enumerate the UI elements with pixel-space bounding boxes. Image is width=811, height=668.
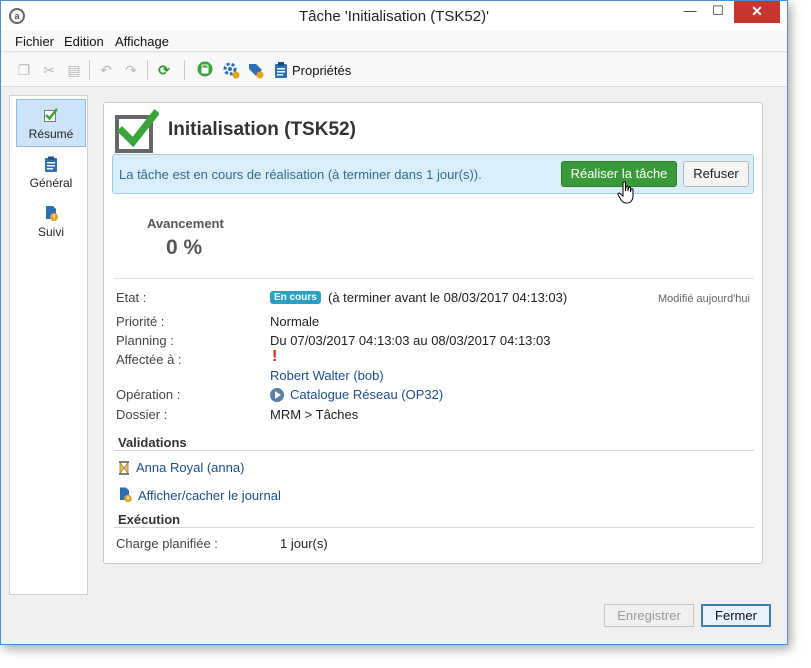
- assignee-link[interactable]: Robert Walter (bob): [270, 368, 384, 383]
- journal-icon: [120, 487, 132, 503]
- toolbar-separator: [147, 60, 148, 80]
- sidebar-item-label: Suivi: [37, 225, 64, 239]
- title-bar: a Tâche 'Initialisation (TSK52)' — ☐ ✕: [1, 1, 787, 31]
- charge-label: Charge planifiée :: [116, 536, 218, 551]
- maximize-button[interactable]: ☐: [704, 1, 732, 23]
- close-button-label: Fermer: [715, 608, 757, 623]
- window-title: Tâche 'Initialisation (TSK52)': [299, 8, 489, 25]
- redo-icon[interactable]: ↷: [122, 61, 140, 79]
- paste-icon[interactable]: ▤: [65, 61, 83, 79]
- checkbox-icon: [44, 108, 58, 122]
- info-message: La tâche est en cours de réalisation (à …: [119, 167, 482, 182]
- status-badge: En cours: [270, 291, 321, 304]
- calculator-icon[interactable]: [196, 61, 214, 79]
- minimize-button[interactable]: —: [676, 1, 704, 23]
- planning-value: Du 07/03/2017 04:13:03 au 08/03/2017 04:…: [270, 333, 551, 348]
- status-label: Etat :: [116, 290, 147, 305]
- operation-link[interactable]: Catalogue Réseau (OP32): [290, 387, 443, 402]
- play-icon: [270, 388, 284, 402]
- tag-icon[interactable]: [247, 61, 265, 79]
- divider: [114, 450, 754, 451]
- task-title: Initialisation (TSK52): [168, 119, 356, 140]
- folder-label: Dossier :: [116, 407, 168, 422]
- save-button-label: Enregistrer: [617, 608, 681, 623]
- toggle-journal-link[interactable]: Afficher/cacher le journal: [138, 488, 281, 503]
- progress-label: Avancement: [147, 216, 224, 231]
- toolbar: ❐ ✂ ▤ ↶ ↷ ⟳ Propriétés: [1, 53, 787, 87]
- menu-bar: Fichier Edition Affichage: [1, 31, 787, 52]
- undo-icon[interactable]: ↶: [97, 61, 115, 79]
- copy-icon[interactable]: ❐: [15, 61, 33, 79]
- charge-value: 1 jour(s): [280, 536, 328, 551]
- toolbar-separator: [184, 60, 185, 80]
- menu-affichage[interactable]: Affichage: [115, 34, 169, 49]
- sidebar: Résumé Général Suivi: [9, 95, 88, 595]
- hourglass-icon: [119, 461, 129, 475]
- priority-label: Priorité :: [116, 314, 165, 329]
- priority-value: Normale: [270, 314, 320, 329]
- modified-text: Modifié aujourd'hui: [658, 293, 750, 305]
- divider: [114, 527, 754, 528]
- assigned-label: Affectée à :: [116, 352, 182, 367]
- sidebar-item-resume[interactable]: Résumé: [16, 99, 86, 147]
- hand-cursor-icon: [617, 181, 634, 204]
- save-button[interactable]: Enregistrer: [604, 604, 694, 627]
- close-button[interactable]: Fermer: [701, 604, 771, 627]
- validations-title: Validations: [118, 435, 187, 450]
- validator-link[interactable]: Anna Royal (anna): [136, 460, 244, 475]
- tracking-icon: [46, 206, 58, 221]
- settings-gear-icon[interactable]: [222, 61, 240, 79]
- sidebar-item-label: Général: [29, 176, 73, 190]
- sidebar-item-label: Résumé: [28, 127, 74, 141]
- cut-icon[interactable]: ✂: [40, 61, 58, 79]
- clipboard-icon: [45, 156, 57, 172]
- close-window-button[interactable]: ✕: [734, 1, 780, 23]
- exclamation-icon: !: [272, 348, 278, 365]
- task-window: a Tâche 'Initialisation (TSK52)' — ☐ ✕ F…: [0, 0, 788, 645]
- execution-title: Exécution: [118, 512, 181, 527]
- properties-icon[interactable]: [272, 61, 290, 79]
- task-check-icon: [115, 109, 159, 153]
- summary-panel: Initialisation (TSK52) La tâche est en c…: [103, 102, 763, 564]
- sidebar-item-suivi[interactable]: Suivi: [16, 198, 86, 246]
- folder-value: MRM > Tâches: [270, 407, 359, 422]
- sidebar-item-general[interactable]: Général: [16, 149, 86, 197]
- properties-button[interactable]: Propriétés: [292, 63, 351, 78]
- planning-label: Planning :: [116, 333, 174, 348]
- divider: [114, 278, 754, 279]
- refuse-button[interactable]: Refuser: [683, 161, 749, 187]
- toolbar-separator: [89, 60, 90, 80]
- info-bar: La tâche est en cours de réalisation (à …: [112, 154, 754, 204]
- refresh-icon[interactable]: ⟳: [155, 61, 173, 79]
- menu-edition[interactable]: Edition: [64, 34, 104, 49]
- menu-fichier[interactable]: Fichier: [15, 34, 54, 49]
- status-text: (à terminer avant le 08/03/2017 04:13:03…: [328, 290, 568, 305]
- operation-label: Opération :: [116, 387, 181, 402]
- progress-value: 0 %: [166, 236, 203, 259]
